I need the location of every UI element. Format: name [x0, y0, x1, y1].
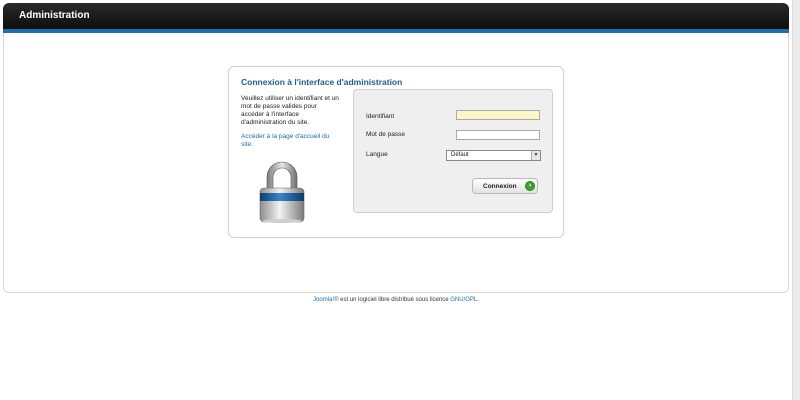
username-label: Identifiant	[366, 113, 395, 120]
language-selected-value: Défaut	[451, 152, 469, 158]
password-label: Mot de passe	[366, 131, 406, 138]
login-form-panel: Identifiant Mot de passe Langue Défaut ▼…	[353, 89, 553, 213]
language-label: Langue	[366, 151, 388, 158]
footer-text: est un logiciel libre distribué sous lic…	[338, 297, 451, 303]
joomla-link[interactable]: Joomla!®	[313, 297, 338, 303]
footer: Joomla!® est un logiciel libre distribué…	[0, 297, 792, 303]
license-link[interactable]: GNU/GPL	[450, 297, 477, 303]
connexion-button[interactable]: Connexion ›	[472, 178, 538, 194]
site-home-link[interactable]: Accéder à la page d'accueil du site.	[241, 133, 341, 149]
login-description: Veuillez utiliser un identifiant et un m…	[241, 95, 339, 126]
arrow-right-circle-icon: ›	[525, 181, 535, 191]
password-input[interactable]	[456, 130, 540, 140]
admin-header: Administration	[3, 3, 789, 29]
login-title: Connexion à l'interface d'administration	[241, 77, 403, 87]
chevron-down-icon[interactable]: ▼	[531, 151, 540, 160]
language-select[interactable]: Défaut ▼	[446, 150, 541, 161]
header-title: Administration	[19, 10, 90, 21]
footer-end: .	[477, 297, 479, 303]
padlock-icon	[257, 159, 307, 225]
login-box: Connexion à l'interface d'administration…	[228, 66, 564, 238]
username-input[interactable]	[456, 110, 540, 120]
vertical-scrollbar[interactable]	[792, 0, 800, 400]
connexion-button-label: Connexion	[483, 183, 517, 190]
